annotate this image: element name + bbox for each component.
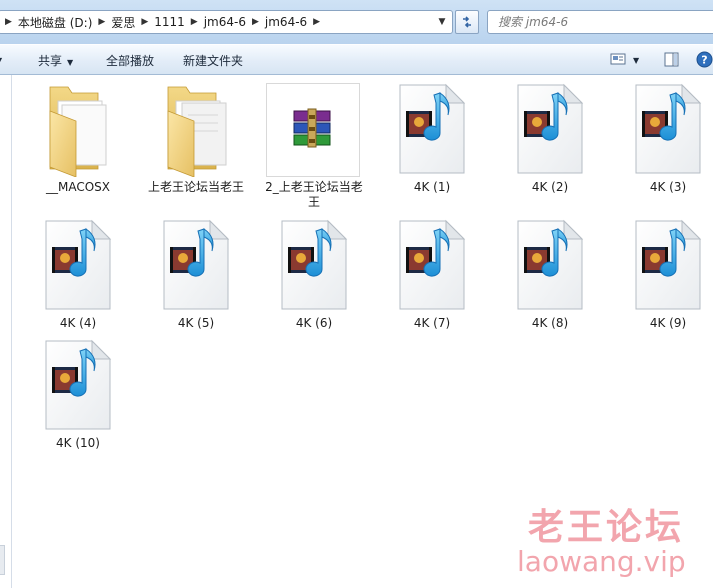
file-label: 4K (3) xyxy=(649,180,687,194)
share-label: 共享 xyxy=(38,54,63,68)
breadcrumb-item-jm64-6-parent[interactable]: ▶ jm64-6 xyxy=(185,11,246,33)
play-all-button[interactable]: 全部播放 xyxy=(106,52,154,69)
file-label: 4K (4) xyxy=(59,316,97,330)
breadcrumb-arrow-icon[interactable]: ▶ xyxy=(92,17,111,27)
video-file-icon xyxy=(399,83,466,174)
folder-icon xyxy=(167,86,227,178)
chevron-down-icon[interactable]: ▼ xyxy=(436,16,448,28)
refresh-icon xyxy=(463,16,471,28)
breadcrumb-item-jm64-6-current[interactable]: ▶ jm64-6 xyxy=(246,11,307,33)
watermark-title: 老王论坛 xyxy=(528,507,685,548)
file-label: 4K (5) xyxy=(177,316,215,330)
video-file-icon xyxy=(517,219,584,310)
file-label: 2_上老王论坛当老王 xyxy=(265,180,363,209)
file-label: 4K (2) xyxy=(531,180,569,194)
file-label: 4K (9) xyxy=(649,316,687,330)
video-file-icon xyxy=(399,219,466,310)
help-button[interactable]: ? xyxy=(696,51,713,71)
file-item-4k-5[interactable]: 4K (5) xyxy=(142,217,250,331)
preview-pane-icon xyxy=(664,52,679,67)
navigation-pane-edge xyxy=(0,75,12,588)
breadcrumb-arrow-icon[interactable]: ▶ xyxy=(185,17,204,27)
preview-pane-button[interactable] xyxy=(664,52,679,70)
folder-icon xyxy=(49,86,107,178)
breadcrumb-arrow-icon[interactable]: ▶ xyxy=(246,17,265,27)
new-folder-button[interactable]: 新建文件夹 xyxy=(183,52,243,69)
breadcrumb-item-1111[interactable]: ▶ 1111 xyxy=(135,11,184,33)
breadcrumb-label[interactable]: jm64-6 xyxy=(265,15,307,29)
watermark-url: laowang.vip xyxy=(517,545,686,578)
file-item-4k-10[interactable]: 4K (10) xyxy=(24,337,132,451)
file-item-4k-3[interactable]: 4K (3) xyxy=(614,81,713,195)
svg-text:?: ? xyxy=(701,54,707,67)
video-file-icon xyxy=(517,83,584,174)
video-file-icon xyxy=(281,219,348,310)
search-input[interactable] xyxy=(488,15,713,29)
file-item-archive[interactable]: 2_上老王论坛当老王 xyxy=(260,81,368,210)
breadcrumb-item-aisi[interactable]: ▶ 爱思 xyxy=(92,11,135,33)
pane-resize-handle[interactable] xyxy=(0,545,5,575)
breadcrumb-label[interactable]: 本地磁盘 (D:) xyxy=(18,14,92,31)
share-button[interactable]: 共享 ▼ xyxy=(38,52,73,69)
file-item-4k-9[interactable]: 4K (9) xyxy=(614,217,713,331)
breadcrumb-arrow-icon[interactable]: ▶ xyxy=(135,17,154,27)
file-label: 4K (8) xyxy=(531,316,569,330)
video-file-icon xyxy=(635,219,702,310)
address-bar[interactable]: ▶ 本地磁盘 (D:) ▶ 爱思 ▶ 1111 ▶ jm64-6 ▶ jm64-… xyxy=(0,10,453,34)
file-item-macosx[interactable]: __MACOSX xyxy=(24,81,132,195)
file-label: 4K (10) xyxy=(56,436,100,450)
breadcrumb-item-drive[interactable]: ▶ 本地磁盘 (D:) xyxy=(0,11,92,33)
breadcrumb-arrow-icon[interactable]: ▶ xyxy=(307,17,326,27)
file-item-folder-laowang[interactable]: 上老王论坛当老王 xyxy=(142,81,250,195)
file-label: 上老王论坛当老王 xyxy=(147,180,244,194)
address-bar-row: ▶ 本地磁盘 (D:) ▶ 爱思 ▶ 1111 ▶ jm64-6 ▶ jm64-… xyxy=(0,0,713,44)
search-box[interactable] xyxy=(487,10,713,34)
file-item-4k-4[interactable]: 4K (4) xyxy=(24,217,132,331)
chevron-down-icon: ▼ xyxy=(67,58,74,67)
breadcrumb-label[interactable]: 爱思 xyxy=(111,14,135,31)
video-file-icon xyxy=(163,219,230,310)
help-icon: ? xyxy=(696,51,713,68)
video-file-icon xyxy=(45,219,112,310)
view-icon xyxy=(610,53,626,65)
breadcrumb-label[interactable]: jm64-6 xyxy=(204,15,246,29)
file-item-4k-7[interactable]: 4K (7) xyxy=(378,217,486,331)
file-item-4k-1[interactable]: 4K (1) xyxy=(378,81,486,195)
view-dropdown-arrow-icon[interactable]: ▼ xyxy=(633,52,639,66)
organize-dropdown-arrow-icon[interactable]: ▼ xyxy=(0,52,2,66)
refresh-button[interactable] xyxy=(455,10,479,34)
view-options-button[interactable] xyxy=(610,53,626,68)
file-item-4k-6[interactable]: 4K (6) xyxy=(260,217,368,331)
video-file-icon xyxy=(635,83,702,174)
file-item-4k-2[interactable]: 4K (2) xyxy=(496,81,604,195)
file-item-4k-8[interactable]: 4K (8) xyxy=(496,217,604,331)
command-toolbar: ▼ 共享 ▼ 全部播放 新建文件夹 ▼ ? xyxy=(0,44,713,75)
file-label: 4K (7) xyxy=(413,316,451,330)
file-label: 4K (1) xyxy=(413,180,451,194)
file-label: __MACOSX xyxy=(45,180,110,194)
video-file-icon xyxy=(45,339,112,430)
breadcrumb-label[interactable]: 1111 xyxy=(154,15,185,29)
breadcrumb-arrow-icon[interactable]: ▶ xyxy=(0,17,18,27)
winrar-archive-icon xyxy=(293,108,331,148)
file-label: 4K (6) xyxy=(295,316,333,330)
